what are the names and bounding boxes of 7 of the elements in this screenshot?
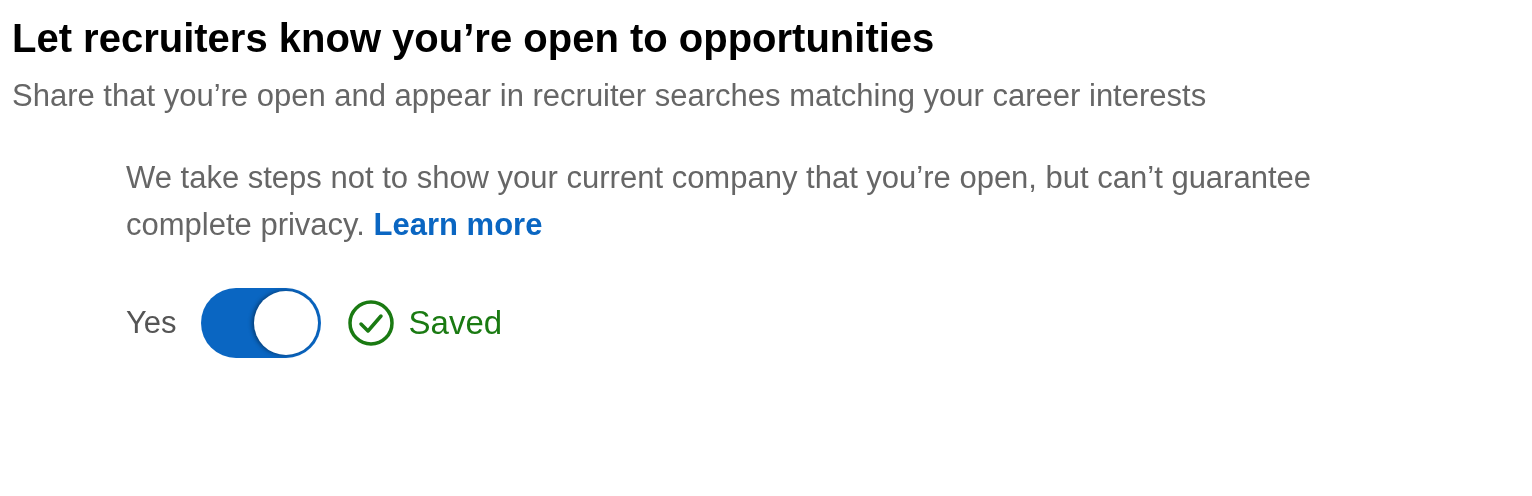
saved-status: Saved (408, 304, 503, 342)
learn-more-link[interactable]: Learn more (373, 207, 543, 242)
section-description: Share that you’re open and appear in recruiter searches matching your career interests (12, 77, 1208, 115)
privacy-notice: We take steps not to show your current company that you’re open, but can’t guarantee complete privacy. Learn more (126, 159, 1312, 244)
check-circle-icon (346, 299, 395, 347)
toggle-label: Yes (126, 305, 177, 341)
section-title: Let recruiters know you’re open to opportunities (12, 15, 936, 62)
